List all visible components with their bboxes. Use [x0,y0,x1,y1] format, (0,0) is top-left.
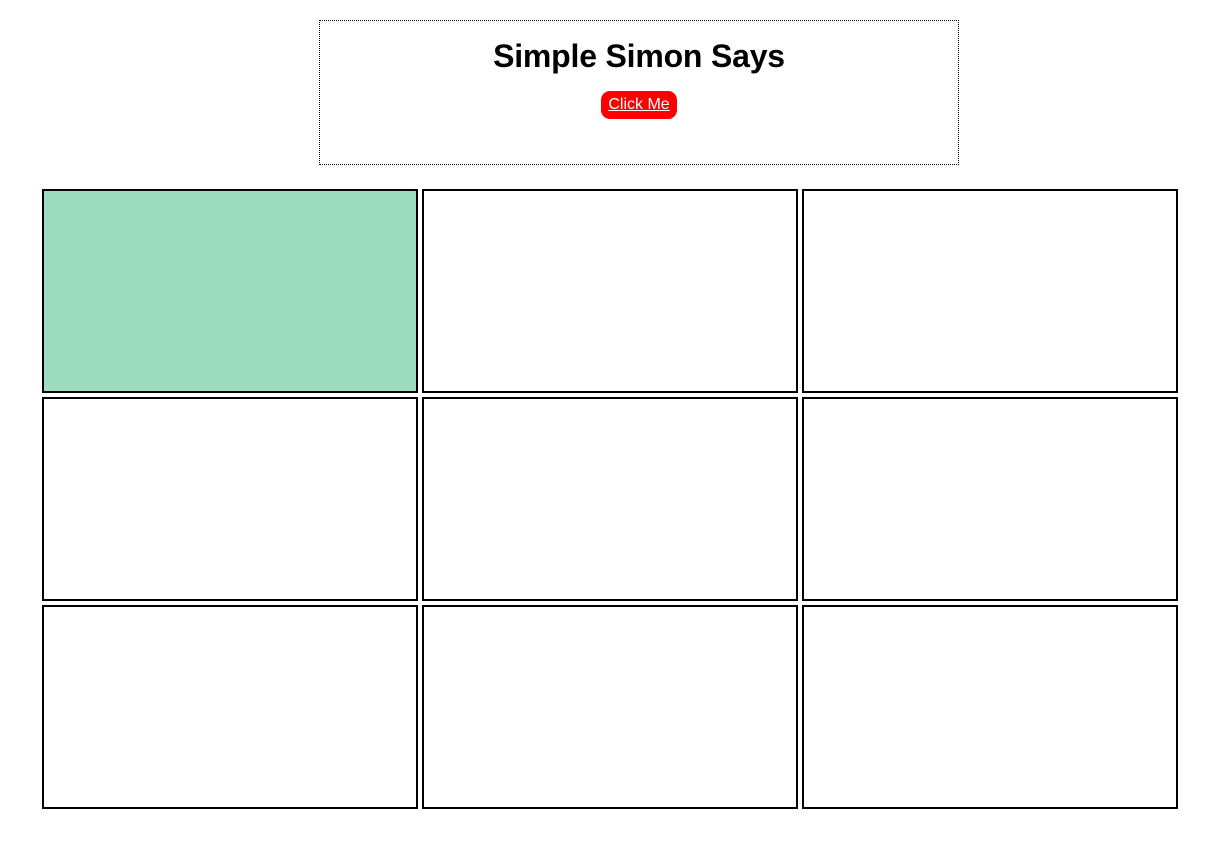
tile-5[interactable] [422,397,798,601]
game-header: Simple Simon Says Click Me [319,20,959,165]
tile-4[interactable] [42,397,418,601]
tile-9[interactable] [802,605,1178,809]
page-title: Simple Simon Says [493,38,785,74]
start-button[interactable]: Click Me [601,91,677,119]
tile-1[interactable] [42,189,418,393]
game-board [42,189,1179,809]
tile-6[interactable] [802,397,1178,601]
tile-2[interactable] [422,189,798,393]
tile-3[interactable] [802,189,1178,393]
tile-7[interactable] [42,605,418,809]
tile-8[interactable] [422,605,798,809]
